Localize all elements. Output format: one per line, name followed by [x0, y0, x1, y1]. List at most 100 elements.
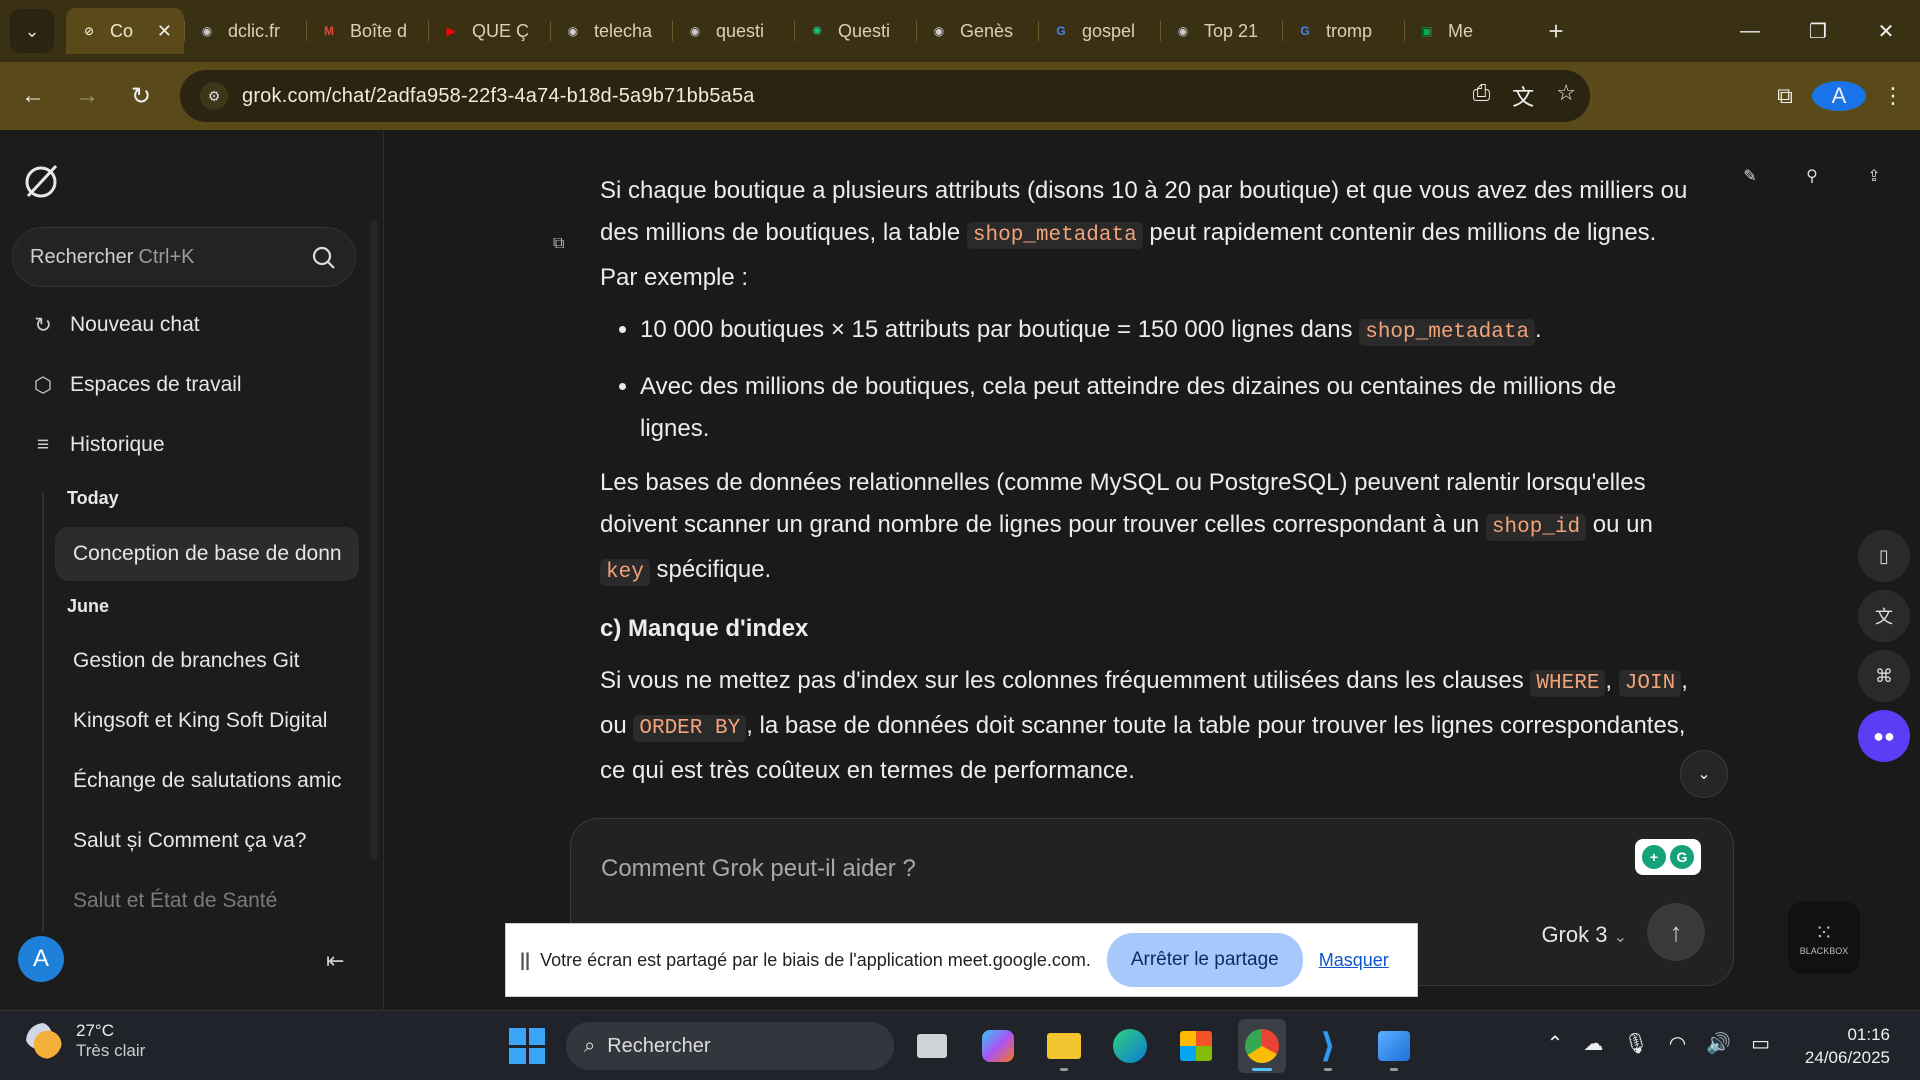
collapse-sidebar-icon[interactable]: ⇤ — [326, 948, 344, 974]
history-item[interactable]: Salut și Comment ça va? — [55, 814, 359, 868]
pin-icon[interactable]: ⚲ — [1796, 160, 1828, 192]
model-selector[interactable]: Grok 3 ⌄ — [1541, 922, 1627, 948]
bullet-list: 10 000 boutiques × 15 attributs par bout… — [640, 309, 1690, 450]
gmail-icon: M — [324, 24, 334, 38]
temperature: 27°C — [76, 1021, 114, 1040]
site-info-icon[interactable]: ⚙ — [200, 82, 228, 110]
onedrive-icon[interactable]: ☁ — [1583, 1031, 1603, 1056]
close-window-icon[interactable]: ✕ — [1852, 0, 1920, 62]
vscode-icon[interactable]: ⟩ — [1304, 1019, 1352, 1073]
tab-search-button[interactable]: ⌄ — [10, 9, 54, 53]
browser-tab[interactable]: ▣ Me — [1404, 8, 1526, 54]
scroll-down-button[interactable]: ⌄ — [1680, 750, 1728, 798]
reader-icon[interactable]: ▯ — [1858, 530, 1910, 582]
tab-strip: ⌄ ⊘ Co ✕ ◉ dclic.fr M Boîte d ▶ QUE Ç ◉ telecha ◉ qu… — [0, 0, 1920, 62]
nav-label: Historique — [70, 433, 165, 456]
assistant-bot-icon[interactable]: ●● — [1858, 710, 1910, 762]
restore-icon[interactable]: ❐ — [1784, 0, 1852, 62]
user-avatar[interactable]: A — [18, 936, 64, 982]
browser-tab[interactable]: M Boîte d — [306, 8, 428, 54]
minimize-icon[interactable]: — — [1716, 0, 1784, 62]
grammarly-widget[interactable]: + G — [1635, 839, 1701, 875]
browser-tab[interactable]: ◉ Top 21 — [1160, 8, 1282, 54]
edit-icon[interactable]: ✎ — [1734, 160, 1766, 192]
inline-code: key — [600, 559, 650, 586]
photos-icon[interactable] — [1370, 1019, 1418, 1073]
browser-tab[interactable]: ✺ Questi — [794, 8, 916, 54]
arrow-up-icon: ↑ — [1669, 916, 1683, 947]
workspaces-button[interactable]: ⬡ Espaces de travail — [30, 372, 242, 398]
send-button[interactable]: ↑ — [1647, 903, 1705, 961]
taskbar-search[interactable]: ⌕ Rechercher — [566, 1022, 894, 1070]
apps-grid-icon[interactable]: ⌘ — [1858, 650, 1910, 702]
hide-banner-link[interactable]: Masquer — [1319, 950, 1389, 971]
browser-tab[interactable]: Ggospel — [1038, 8, 1160, 54]
bookmark-star-icon[interactable]: ☆ — [1556, 80, 1576, 112]
tab-label: questi — [716, 20, 765, 41]
history-button[interactable]: ≡ Historique — [30, 432, 165, 458]
chevron-up-icon[interactable]: ⌃ — [1547, 1031, 1564, 1056]
youtube-icon: ▶ — [446, 24, 456, 38]
tab-label: gospel — [1082, 20, 1136, 41]
browser-tab[interactable]: ◉ dclic.fr — [184, 8, 306, 54]
close-tab-icon[interactable]: ✕ — [157, 21, 172, 42]
chat-top-actions: ✎ ⚲ ⇪ — [1734, 160, 1890, 192]
drag-handle-icon[interactable]: || — [520, 950, 530, 971]
copy-icon[interactable]: ⧉ — [553, 235, 564, 253]
wifi-icon[interactable]: ◠ — [1669, 1031, 1686, 1056]
new-tab-button[interactable]: + — [1536, 16, 1576, 47]
tab-label: Boîte d — [350, 20, 408, 41]
browser-tab[interactable]: ▶ QUE Ç — [428, 8, 550, 54]
reload-icon[interactable]: ↻ — [114, 69, 168, 123]
file-explorer-icon[interactable] — [1040, 1019, 1088, 1073]
blackbox-extension[interactable]: ⁙ BLACKBOX — [1788, 902, 1860, 974]
weather-icon — [26, 1023, 62, 1059]
install-app-icon[interactable]: ⎙ — [1473, 80, 1491, 112]
history-item[interactable]: Conception de base de donn — [55, 527, 359, 581]
history-item[interactable]: Salut et État de Santé — [55, 874, 359, 928]
browser-tab[interactable]: ◉ questi — [672, 8, 794, 54]
menu-dots-icon[interactable]: ⋮ — [1866, 83, 1920, 109]
list-item: 10 000 boutiques × 15 attributs par bout… — [640, 309, 1690, 354]
history-item[interactable]: Kingsoft et King Soft Digital — [55, 694, 359, 748]
search-input[interactable]: Rechercher Ctrl+K — [12, 227, 356, 287]
stop-sharing-button[interactable]: Arrêter le partage — [1106, 933, 1303, 987]
inline-code: shop_metadata — [1359, 319, 1536, 346]
search-label: Rechercher — [30, 245, 134, 268]
globe-icon: ◉ — [689, 24, 701, 38]
store-icon[interactable] — [1172, 1019, 1220, 1073]
extensions-icon[interactable]: ⧉ — [1758, 83, 1812, 109]
system-tray: ⌃ ☁ 🎙 ◠ 🔊 ▭ — [1547, 1031, 1770, 1056]
sidebar-scrollbar[interactable] — [370, 220, 378, 860]
battery-icon[interactable]: ▭ — [1751, 1031, 1770, 1056]
browser-tab[interactable]: ◉ telecha — [550, 8, 672, 54]
browser-tab[interactable]: ◉ Genès — [916, 8, 1038, 54]
windows-start-icon[interactable] — [509, 1028, 545, 1064]
new-chat-button[interactable]: ↻ Nouveau chat — [30, 312, 200, 338]
chrome-icon[interactable] — [1238, 1019, 1286, 1073]
copilot-icon[interactable] — [974, 1019, 1022, 1073]
forward-icon[interactable]: → — [60, 69, 114, 123]
clock-date: 24/06/2025 — [1804, 1048, 1890, 1067]
grok-logo-icon[interactable] — [20, 160, 62, 202]
browser-tab[interactable]: Gtromp — [1282, 8, 1404, 54]
share-icon[interactable]: ⇪ — [1858, 160, 1890, 192]
back-icon[interactable]: ← — [6, 69, 60, 123]
profile-button[interactable]: A — [1812, 81, 1866, 111]
task-view-icon[interactable] — [908, 1019, 956, 1073]
clock[interactable]: 01:16 24/06/2025 — [1805, 1023, 1890, 1069]
edge-icon[interactable] — [1106, 1019, 1154, 1073]
browser-tab[interactable]: ⊘ Co ✕ — [66, 8, 184, 54]
translate-icon[interactable]: 文 — [1858, 590, 1910, 642]
microphone-icon[interactable]: 🎙 — [1623, 1031, 1648, 1056]
prompt-input[interactable]: Comment Grok peut-il aider ? — [601, 855, 916, 883]
volume-icon[interactable]: 🔊 — [1706, 1031, 1731, 1056]
tab-label: Genès — [960, 20, 1014, 41]
history-item[interactable]: Gestion de branches Git — [55, 634, 359, 688]
translate-icon[interactable]: 文 — [1512, 80, 1534, 112]
nav-label: Nouveau chat — [70, 313, 200, 336]
taskbar-apps: ⟩ — [908, 1019, 1418, 1073]
weather-widget[interactable]: 27°C Très clair — [26, 1021, 145, 1061]
history-item[interactable]: Échange de salutations amic — [55, 754, 359, 808]
address-bar[interactable]: ⚙ grok.com/chat/2adfa958-22f3-4a74-b18d-… — [180, 70, 1590, 122]
